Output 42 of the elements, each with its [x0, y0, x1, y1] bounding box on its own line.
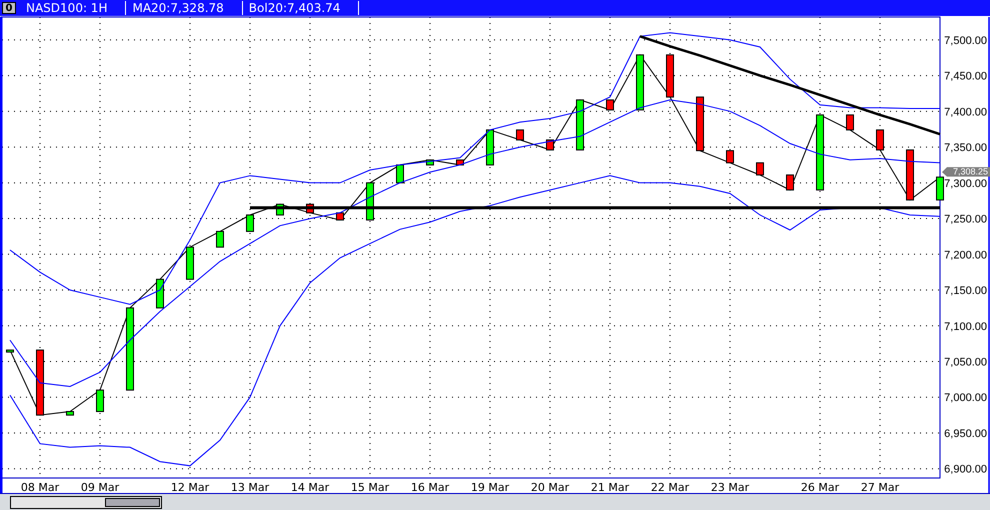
- y-axis-label: 7,300.00: [944, 178, 987, 190]
- x-axis-label: 26 Mar: [800, 481, 840, 494]
- x-axis-label: 19 Mar: [470, 481, 510, 494]
- x-axis-label: 27 Mar: [860, 481, 900, 494]
- y-axis-label: 6,950.00: [944, 428, 987, 440]
- candle: [756, 162, 764, 176]
- x-axis-label: 13 Mar: [230, 481, 270, 494]
- y-axis-label: 6,900.00: [944, 464, 987, 476]
- candle: [6, 350, 14, 353]
- y-axis-label: 7,250.00: [944, 214, 987, 226]
- y-axis-label: 7,150.00: [944, 285, 987, 298]
- y-axis-label: 7,050.00: [944, 356, 987, 368]
- x-axis-label: 21 Mar: [590, 481, 630, 494]
- y-axis-label: 7,450.00: [944, 70, 987, 83]
- ma-reading: MA20:7,328.78: [126, 1, 243, 15]
- y-axis-label: 7,000.00: [944, 392, 987, 404]
- y-axis-label: 7,200.00: [944, 249, 987, 262]
- candle: [846, 114, 854, 130]
- x-axis-label: 23 Mar: [710, 481, 750, 494]
- scroll-track[interactable]: [10, 496, 162, 508]
- candle: [216, 230, 224, 248]
- price-marker: 7,308.25: [942, 166, 990, 177]
- y-axis-label: 7,400.00: [944, 106, 987, 118]
- y-axis-label: 7,350.00: [944, 142, 987, 154]
- candle: [66, 411, 74, 416]
- candle: [456, 159, 464, 166]
- x-axis-label: 20 Mar: [530, 481, 570, 494]
- x-axis-label: 09 Mar: [80, 481, 120, 494]
- y-axis-label: 7,100.00: [944, 320, 987, 333]
- candle: [516, 129, 524, 140]
- symbol-label: NASD100: 1H: [20, 1, 126, 15]
- y-axis-label: 7,500.00: [944, 34, 987, 47]
- x-axis-label: 16 Mar: [410, 481, 450, 494]
- x-axis-label: 14 Mar: [290, 481, 330, 494]
- scroll-thumb[interactable]: [105, 498, 160, 506]
- x-axis-label: 08 Mar: [20, 481, 60, 494]
- x-axis-label: 15 Mar: [350, 481, 390, 494]
- candle: [936, 176, 944, 200]
- x-axis-label: 22 Mar: [650, 481, 690, 494]
- chart-badge[interactable]: 0: [2, 2, 16, 14]
- band-reading: Bol20:7,403.74: [242, 1, 360, 15]
- x-axis-label: 12 Mar: [170, 481, 210, 494]
